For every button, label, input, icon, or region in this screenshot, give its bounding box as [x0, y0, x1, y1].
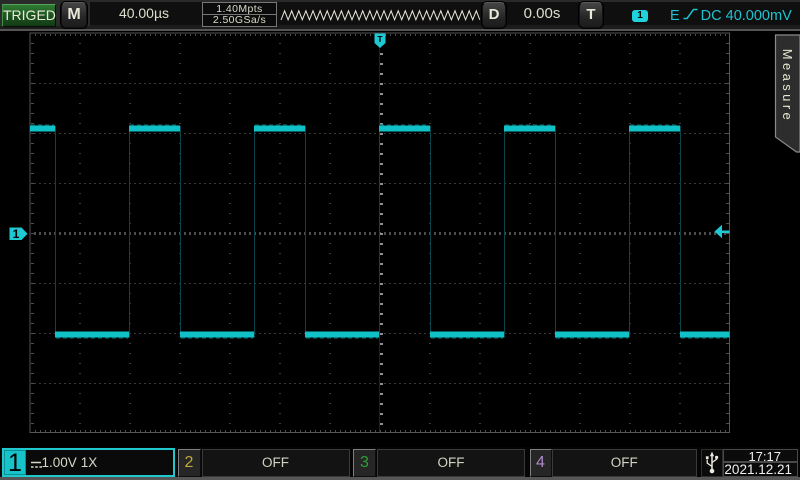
svg-text:T: T: [377, 34, 383, 44]
svg-text:1: 1: [13, 227, 20, 241]
